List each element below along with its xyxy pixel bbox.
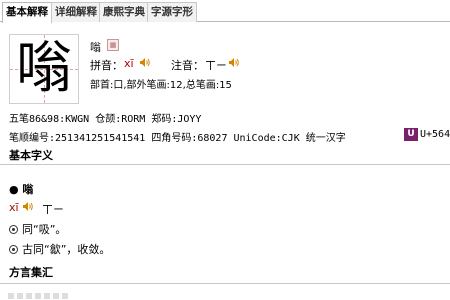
tab-etymology[interactable]: 字源字形: [147, 2, 197, 22]
pinyin-speaker-icon[interactable]: [139, 57, 150, 68]
stroke-codes-line: 笔顺编号:251341251541541 四角号码:68027 UniCode:…: [9, 133, 346, 144]
definition-bullet-icon: [9, 225, 18, 234]
entry-pinyin: xī: [9, 201, 19, 214]
definition-1: 同“吸”。: [9, 221, 66, 237]
divider: [0, 283, 450, 284]
section-dialect: 方言集汇: [9, 266, 53, 279]
definition-1-text: 同“吸”。: [22, 223, 67, 236]
entry-zhuyin: ㄒㄧ: [42, 203, 64, 216]
tab-detailed[interactable]: 详细解释: [51, 2, 100, 22]
definition-2: 古同“歙”，收敛。: [9, 241, 110, 257]
input-codes-line: 五笔86&98:KWGN 仓颉:RORM 郑码:JOYY: [9, 114, 202, 125]
pinyin-value: xī: [124, 57, 134, 70]
tab-bar: 基本解释 详细解释 康熙字典 字源字形: [0, 0, 450, 23]
unicode-value: U+564: [420, 129, 450, 140]
definition-bullet-icon: [9, 245, 18, 254]
unicode-icon[interactable]: U: [404, 128, 418, 141]
big-character: 嗡: [16, 36, 72, 101]
entry-speaker-icon[interactable]: [22, 201, 33, 212]
pinyin-label: 拼音：: [90, 59, 123, 72]
zhuyin-label: 注音：: [171, 59, 204, 72]
tab-kangxi[interactable]: 康熙字典: [99, 2, 148, 22]
section-basic-meaning: 基本字义: [9, 149, 53, 162]
entry-heading: ● 嗡: [9, 183, 34, 196]
tab-basic[interactable]: 基本解释: [2, 2, 52, 23]
character-box: 嗡: [9, 34, 79, 104]
divider: [0, 164, 450, 165]
zhuyin-value: ㄒㄧ: [205, 59, 227, 72]
definition-2-text: 古同“歙”，收敛。: [22, 243, 111, 256]
small-character: 嗡: [90, 41, 101, 54]
radical-info: 部首:口,部外笔画:12,总笔画:15: [90, 80, 232, 91]
zhuyin-speaker-icon[interactable]: [228, 57, 239, 68]
stroke-order-icon[interactable]: ▦: [107, 39, 119, 51]
truncated-content: [8, 293, 68, 299]
